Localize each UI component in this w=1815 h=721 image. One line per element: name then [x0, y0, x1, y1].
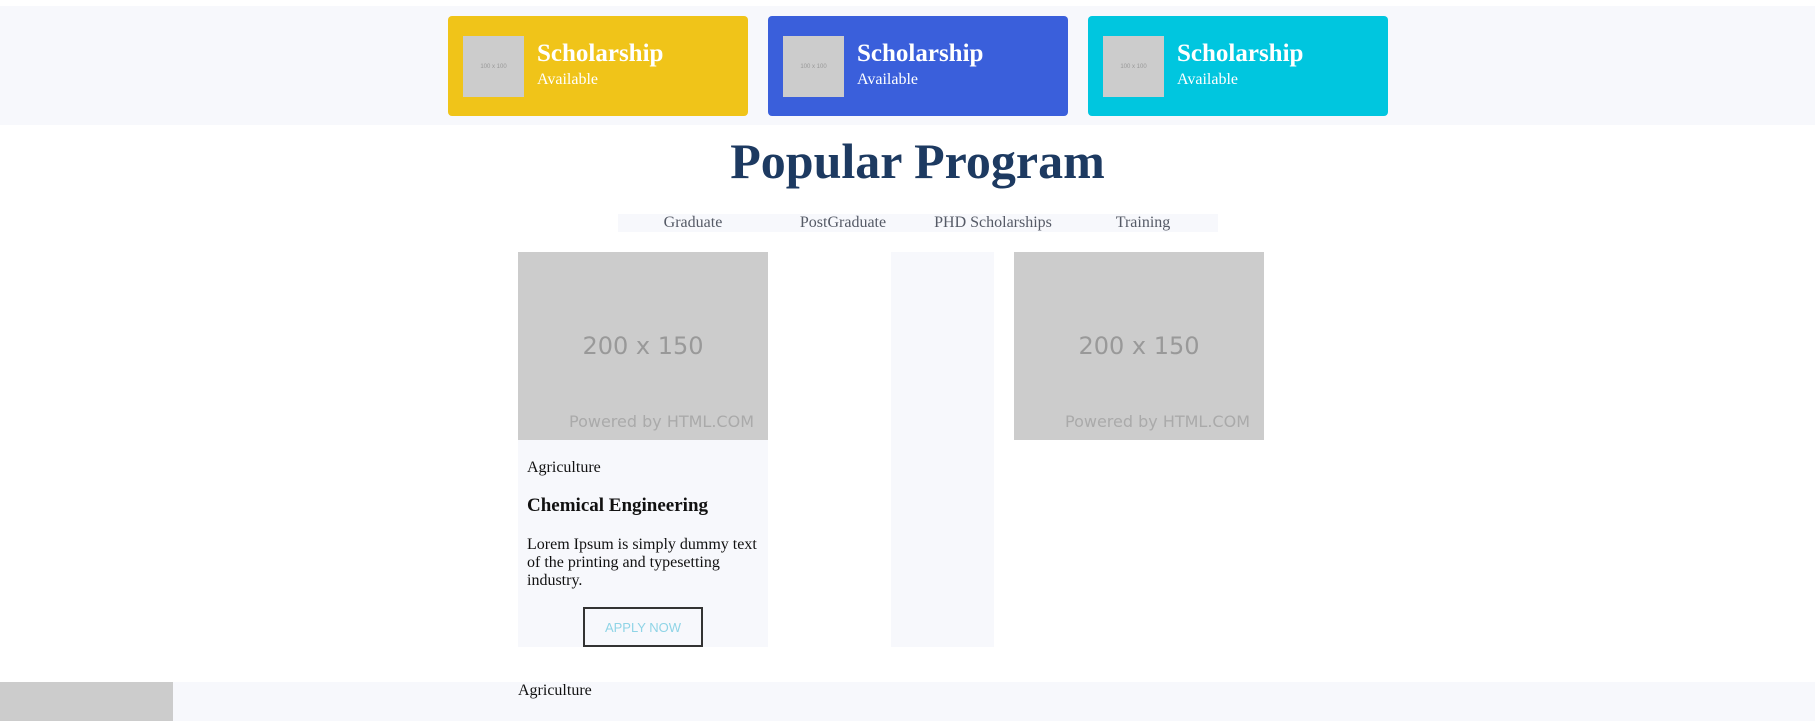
thumbnail-label: 100 x 100: [480, 63, 507, 70]
bottom-section: [0, 682, 1815, 721]
program-card-body: Agriculture Chemical Engineering Lorem I…: [518, 440, 768, 647]
tab-training[interactable]: Training: [1068, 214, 1218, 232]
image-powered-label: Powered by HTML.COM: [1065, 412, 1250, 431]
scholarship-subtitle: Available: [1177, 71, 1239, 88]
image-dimensions-label: 200 x 150: [582, 332, 704, 360]
apply-now-button[interactable]: APPLY NOW: [583, 607, 703, 647]
program-card-empty: [891, 252, 994, 647]
image-powered-label: Powered by HTML.COM: [569, 412, 754, 431]
section-title: Popular Program: [730, 133, 1105, 189]
scholarship-subtitle: Available: [857, 71, 919, 88]
program-description: Lorem Ipsum is simply dummy text of the …: [527, 536, 757, 589]
tab-graduate[interactable]: Graduate: [618, 214, 768, 232]
scholarship-subtitle: Available: [537, 71, 599, 88]
thumbnail-label: 100 x 100: [1120, 63, 1147, 70]
scholarship-card-blue[interactable]: 100 x 100 Scholarship Available: [768, 16, 1068, 116]
bottom-category: Agriculture: [518, 682, 592, 699]
scholarship-title: Scholarship: [857, 40, 984, 67]
program-title: Chemical Engineering: [527, 495, 709, 516]
scholarship-card-cyan[interactable]: 100 x 100 Scholarship Available: [1088, 16, 1388, 116]
scholarship-thumbnail: 100 x 100: [463, 36, 524, 97]
thumbnail-label: 100 x 100: [800, 63, 827, 70]
program-category: Agriculture: [527, 459, 601, 476]
program-tabs: Graduate PostGraduate PHD Scholarships T…: [618, 214, 1218, 232]
image-dimensions-label: 200 x 150: [1078, 332, 1200, 360]
bottom-image: [0, 682, 173, 721]
scholarship-title: Scholarship: [537, 40, 664, 67]
tab-postgraduate[interactable]: PostGraduate: [768, 214, 918, 232]
tab-phd-scholarships[interactable]: PHD Scholarships: [918, 214, 1068, 232]
scholarship-thumbnail: 100 x 100: [783, 36, 844, 97]
scholarship-card-yellow[interactable]: 100 x 100 Scholarship Available: [448, 16, 748, 116]
program-image-2: 200 x 150 Powered by HTML.COM: [1014, 252, 1264, 440]
program-image: 200 x 150 Powered by HTML.COM: [518, 252, 768, 440]
scholarship-title: Scholarship: [1177, 40, 1304, 67]
scholarship-thumbnail: 100 x 100: [1103, 36, 1164, 97]
